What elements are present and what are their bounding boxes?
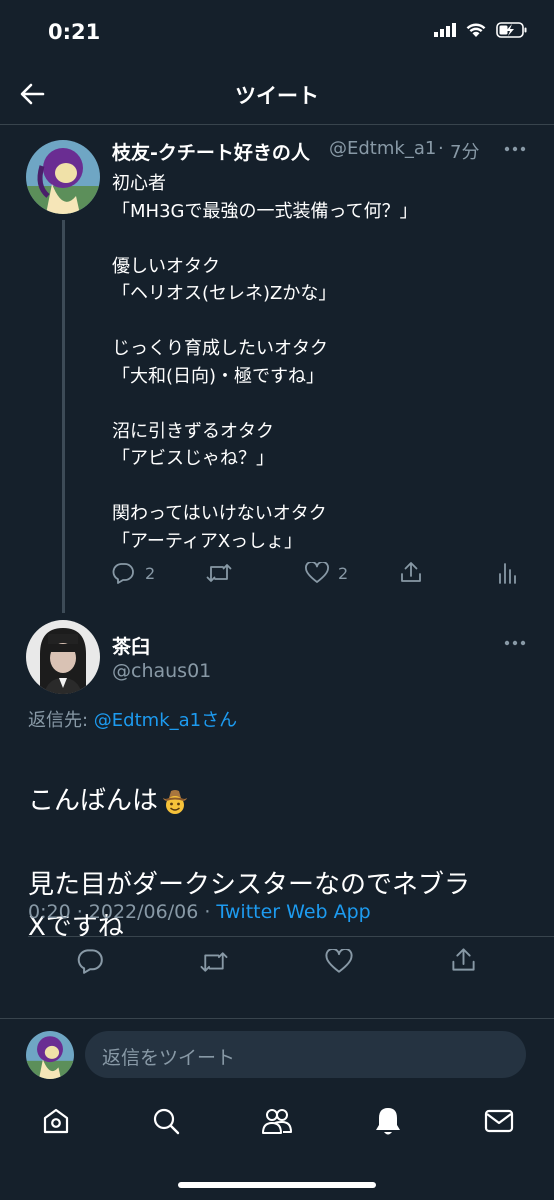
- thread-line: [62, 220, 65, 613]
- tweet2-source-link[interactable]: Twitter Web App: [216, 901, 370, 923]
- tweet1-like-count: 2: [338, 564, 349, 583]
- retweet-icon: [206, 564, 232, 582]
- tweet2-more-button[interactable]: [504, 640, 526, 646]
- cowboy-emoji: [163, 790, 188, 814]
- reply-to-prefix: 返信先:: [28, 710, 94, 731]
- tweet2-like-button[interactable]: [325, 949, 353, 974]
- avatar-chaus01[interactable]: [26, 620, 100, 694]
- status-icons: [434, 22, 528, 38]
- compose-divider: [0, 1018, 554, 1019]
- like-icon: [305, 562, 329, 583]
- wifi-icon: [466, 23, 486, 37]
- messages-icon: [484, 1109, 514, 1133]
- tweet1-body: 初心者 「MH3Gで最強の一式装備って何？」 優しいオタク 「ヘリオス(セレネ)…: [112, 173, 418, 552]
- meta-divider: [28, 936, 554, 937]
- tweet1-display-name[interactable]: 枝友-クチート好きの人: [112, 138, 310, 165]
- tweet1-share-button[interactable]: [400, 560, 422, 584]
- avatar-edtmk[interactable]: [26, 140, 100, 214]
- tweet1-retweet-button[interactable]: [206, 562, 232, 584]
- tab-communities[interactable]: [261, 1106, 293, 1136]
- tab-messages[interactable]: [484, 1108, 514, 1134]
- tweet2-retweet-button[interactable]: [199, 950, 229, 974]
- more-icon: [504, 640, 526, 646]
- tweet2-body-line1: こんばんは: [28, 780, 538, 822]
- reply-compose-placeholder: 返信をツイート: [102, 1047, 236, 1069]
- status-time: 0:21: [48, 20, 101, 44]
- battery-charging-icon: [496, 22, 527, 38]
- reply-icon: [112, 563, 134, 584]
- header-divider: [0, 124, 554, 125]
- tab-notifications[interactable]: [373, 1105, 403, 1137]
- analytics-icon: [499, 563, 516, 584]
- reply-to-user-link[interactable]: @Edtmk_a1: [94, 710, 201, 731]
- communities-icon: [262, 1109, 292, 1134]
- tweet1-reply-button[interactable]: [112, 562, 134, 584]
- notifications-icon: [376, 1108, 400, 1135]
- tweet1-more-button[interactable]: [504, 146, 526, 152]
- tweet2-handle[interactable]: @chaus01: [112, 660, 211, 682]
- retweet-icon: [200, 952, 228, 972]
- tweet2-timestamp: 0:20 · 2022/06/06 ·: [28, 901, 217, 923]
- tweet2-display-name[interactable]: 茶臼: [112, 632, 150, 659]
- search-icon: [153, 1108, 180, 1135]
- tab-home[interactable]: [41, 1106, 71, 1136]
- compose-avatar: [26, 1031, 74, 1079]
- page-title: ツイート: [235, 84, 319, 108]
- tweet2-share-button[interactable]: [451, 946, 476, 973]
- home-icon: [43, 1108, 69, 1134]
- reply-to-suffix: さん: [201, 710, 238, 731]
- tweet1-analytics-button[interactable]: [498, 562, 516, 584]
- signal-icon: [434, 23, 456, 37]
- like-icon: [325, 949, 353, 973]
- reply-to: 返信先: @Edtmk_a1さん: [28, 706, 237, 732]
- reply-icon: [77, 949, 103, 974]
- more-icon: [504, 146, 526, 152]
- tweet2-body-text1: こんばんは: [28, 786, 159, 816]
- tweet1-separator: ·: [438, 138, 444, 159]
- home-indicator: [178, 1182, 376, 1188]
- tweet1-handle[interactable]: @Edtmk_a1: [329, 138, 436, 159]
- tweet2-reply-button[interactable]: [77, 948, 103, 974]
- share-icon: [452, 948, 475, 971]
- tweet1-like-button[interactable]: [305, 562, 329, 584]
- tweet2-meta: 0:20 · 2022/06/06 · Twitter Web App: [28, 901, 371, 923]
- tweet1-reply-count: 2: [145, 564, 156, 583]
- share-icon: [401, 562, 421, 582]
- tab-search[interactable]: [151, 1106, 181, 1136]
- tweet1-time[interactable]: 7分: [450, 138, 479, 164]
